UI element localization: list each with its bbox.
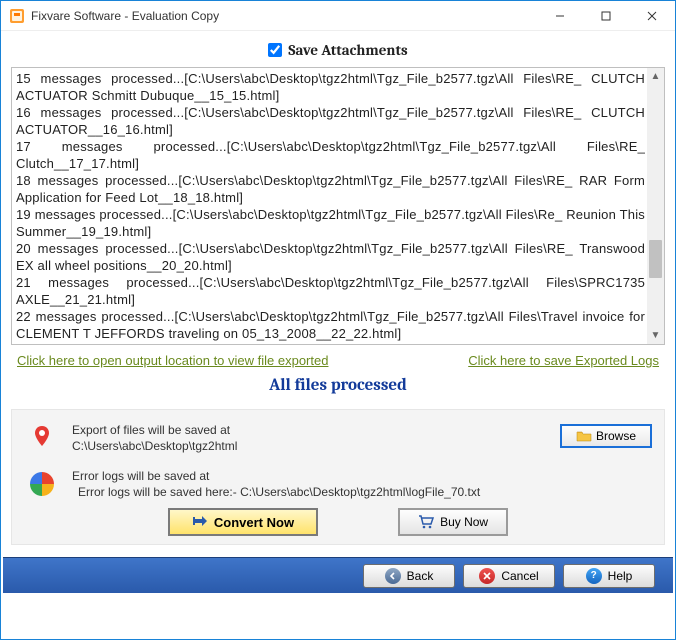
back-label: Back: [407, 569, 434, 583]
back-arrow-icon: [385, 568, 401, 584]
error-label: Error logs will be saved at: [72, 468, 652, 484]
help-label: Help: [608, 569, 633, 583]
maximize-button[interactable]: [583, 1, 629, 31]
app-icon: [9, 8, 25, 24]
export-label: Export of files will be saved at: [72, 422, 560, 438]
app-window: Fixvare Software - Evaluation Copy Save …: [0, 0, 676, 640]
log-line: 19 messages processed...[C:\Users\abc\De…: [16, 206, 645, 240]
convert-button[interactable]: Convert Now: [168, 508, 318, 536]
export-path: C:\Users\abc\Desktop\tgz2html: [72, 438, 560, 454]
log-output: 15 messages processed...[C:\Users\abc\De…: [11, 67, 665, 345]
buy-button[interactable]: Buy Now: [398, 508, 508, 536]
log-line: 15 messages processed...[C:\Users\abc\De…: [16, 70, 645, 104]
log-line: 16 messages processed...[C:\Users\abc\De…: [16, 104, 645, 138]
export-location-row: Export of files will be saved at C:\User…: [24, 420, 652, 466]
window-title: Fixvare Software - Evaluation Copy: [31, 9, 537, 23]
log-line: 22 messages processed...[C:\Users\abc\De…: [16, 308, 645, 342]
folder-icon: [576, 429, 592, 443]
help-button[interactable]: ? Help: [563, 564, 655, 588]
save-attachments-label: Save Attachments: [288, 41, 407, 59]
save-logs-link[interactable]: Click here to save Exported Logs: [468, 353, 659, 368]
status-message: All files processed: [1, 372, 675, 409]
scroll-down-arrow[interactable]: ▼: [647, 327, 664, 344]
open-output-link[interactable]: Click here to open output location to vi…: [17, 353, 328, 368]
settings-panel: Export of files will be saved at C:\User…: [11, 409, 665, 545]
cancel-x-icon: [479, 568, 495, 584]
back-button[interactable]: Back: [363, 564, 455, 588]
content-area: Save Attachments 15 messages processed..…: [1, 31, 675, 639]
buy-label: Buy Now: [440, 515, 488, 529]
save-attachments-row: Save Attachments: [1, 31, 675, 67]
pie-icon: [28, 470, 56, 498]
help-question-icon: ?: [586, 568, 602, 584]
error-log-row: Error logs will be saved at Error logs w…: [24, 466, 652, 504]
save-attachments-checkbox[interactable]: [268, 43, 282, 57]
error-path: Error logs will be saved here:- C:\Users…: [72, 484, 652, 500]
log-scrollbar[interactable]: ▲ ▼: [647, 68, 664, 344]
scroll-up-arrow[interactable]: ▲: [647, 68, 664, 85]
browse-button[interactable]: Browse: [560, 424, 652, 448]
cancel-button[interactable]: Cancel: [463, 564, 555, 588]
log-line: 20 messages processed...[C:\Users\abc\De…: [16, 240, 645, 274]
convert-label: Convert Now: [214, 515, 294, 530]
titlebar: Fixvare Software - Evaluation Copy: [1, 1, 675, 31]
links-row: Click here to open output location to vi…: [1, 345, 675, 372]
log-line: 17 messages processed...[C:\Users\abc\De…: [16, 138, 645, 172]
cart-icon: [418, 515, 434, 529]
log-line: 18 messages processed...[C:\Users\abc\De…: [16, 172, 645, 206]
cancel-label: Cancel: [501, 569, 538, 583]
scroll-thumb[interactable]: [649, 240, 662, 278]
log-body[interactable]: 15 messages processed...[C:\Users\abc\De…: [16, 70, 645, 342]
location-pin-icon: [28, 424, 56, 452]
footer-bar: Back Cancel ? Help: [3, 557, 673, 593]
log-line: 21 messages processed...[C:\Users\abc\De…: [16, 274, 645, 308]
close-button[interactable]: [629, 1, 675, 31]
minimize-button[interactable]: [537, 1, 583, 31]
browse-label: Browse: [596, 429, 636, 443]
action-buttons-row: Convert Now Buy Now: [24, 504, 652, 536]
convert-icon: [192, 514, 208, 530]
